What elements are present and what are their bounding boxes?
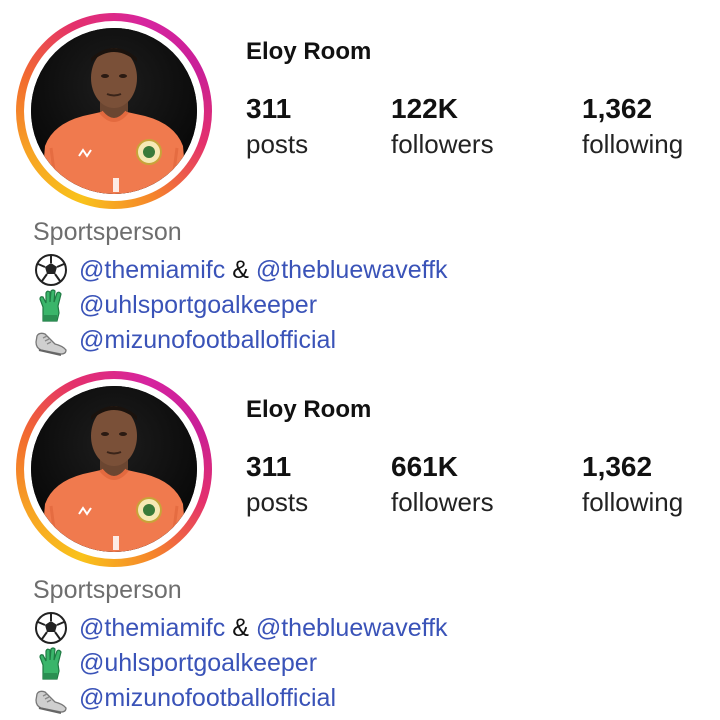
stat-followers-count: 122K bbox=[391, 93, 458, 124]
stat-following-count: 1,362 bbox=[582, 93, 653, 124]
bio-line-boots: @mizunofootballofficial bbox=[33, 322, 336, 358]
soccer-ball-icon bbox=[33, 610, 69, 646]
mention-link[interactable]: @mizunofootballofficial bbox=[79, 326, 336, 354]
stat-following-label: following bbox=[582, 487, 684, 517]
bio-separator: & bbox=[232, 256, 249, 284]
mention-link[interactable]: @themiamifc bbox=[79, 256, 225, 284]
mention-link[interactable]: @uhlsportgoalkeeper bbox=[79, 291, 317, 319]
profile-category: Sportsperson bbox=[33, 218, 182, 246]
profile-header: Eloy Room 311 posts 122K followers 1,362… bbox=[0, 0, 720, 360]
stat-followers-label: followers bbox=[391, 129, 494, 159]
mention-link[interactable]: @thebluewaveffk bbox=[256, 614, 448, 642]
avatar-photo-icon bbox=[31, 386, 197, 552]
soccer-ball-icon bbox=[33, 252, 69, 288]
profile-username: Eloy Room bbox=[246, 38, 372, 65]
profile-category: Sportsperson bbox=[33, 576, 182, 604]
stat-followers[interactable]: 661K followers bbox=[391, 450, 494, 520]
avatar[interactable] bbox=[31, 386, 197, 552]
bio-line-gloves: @uhlsportgoalkeeper bbox=[33, 645, 317, 681]
stat-posts-count: 311 bbox=[246, 451, 292, 482]
story-ring-gap bbox=[24, 379, 204, 559]
stat-posts-label: posts bbox=[246, 487, 309, 517]
mention-link[interactable]: @mizunofootballofficial bbox=[79, 684, 336, 712]
football-boot-icon bbox=[33, 680, 69, 716]
profile-header: Eloy Room 311 posts 661K followers 1,362… bbox=[0, 358, 720, 718]
stat-posts[interactable]: 311 posts bbox=[246, 450, 308, 520]
bio-line-clubs: @themiamifc & @thebluewaveffk bbox=[33, 610, 448, 646]
bio-line-boots: @mizunofootballofficial bbox=[33, 680, 336, 716]
story-ring[interactable] bbox=[16, 13, 212, 209]
stat-following-label: following bbox=[582, 129, 684, 159]
stat-following-count: 1,362 bbox=[582, 451, 653, 482]
avatar[interactable] bbox=[31, 28, 197, 194]
mention-link[interactable]: @thebluewaveffk bbox=[256, 256, 448, 284]
stat-followers-count: 661K bbox=[391, 451, 458, 482]
gloves-icon bbox=[33, 645, 69, 681]
bio-separator: & bbox=[232, 614, 249, 642]
stat-followers-label: followers bbox=[391, 487, 494, 517]
profile-username: Eloy Room bbox=[246, 396, 372, 423]
stat-posts[interactable]: 311 posts bbox=[246, 92, 308, 162]
story-ring[interactable] bbox=[16, 371, 212, 567]
avatar-photo-icon bbox=[31, 28, 197, 194]
stat-following[interactable]: 1,362 following bbox=[582, 92, 683, 162]
gloves-icon bbox=[33, 287, 69, 323]
football-boot-icon bbox=[33, 322, 69, 358]
mention-link[interactable]: @themiamifc bbox=[79, 614, 225, 642]
mention-link[interactable]: @uhlsportgoalkeeper bbox=[79, 649, 317, 677]
stat-posts-count: 311 bbox=[246, 93, 292, 124]
stat-following[interactable]: 1,362 following bbox=[582, 450, 683, 520]
bio-line-gloves: @uhlsportgoalkeeper bbox=[33, 287, 317, 323]
bio-line-clubs: @themiamifc & @thebluewaveffk bbox=[33, 252, 448, 288]
story-ring-gap bbox=[24, 21, 204, 201]
stat-posts-label: posts bbox=[246, 129, 309, 159]
stat-followers[interactable]: 122K followers bbox=[391, 92, 494, 162]
